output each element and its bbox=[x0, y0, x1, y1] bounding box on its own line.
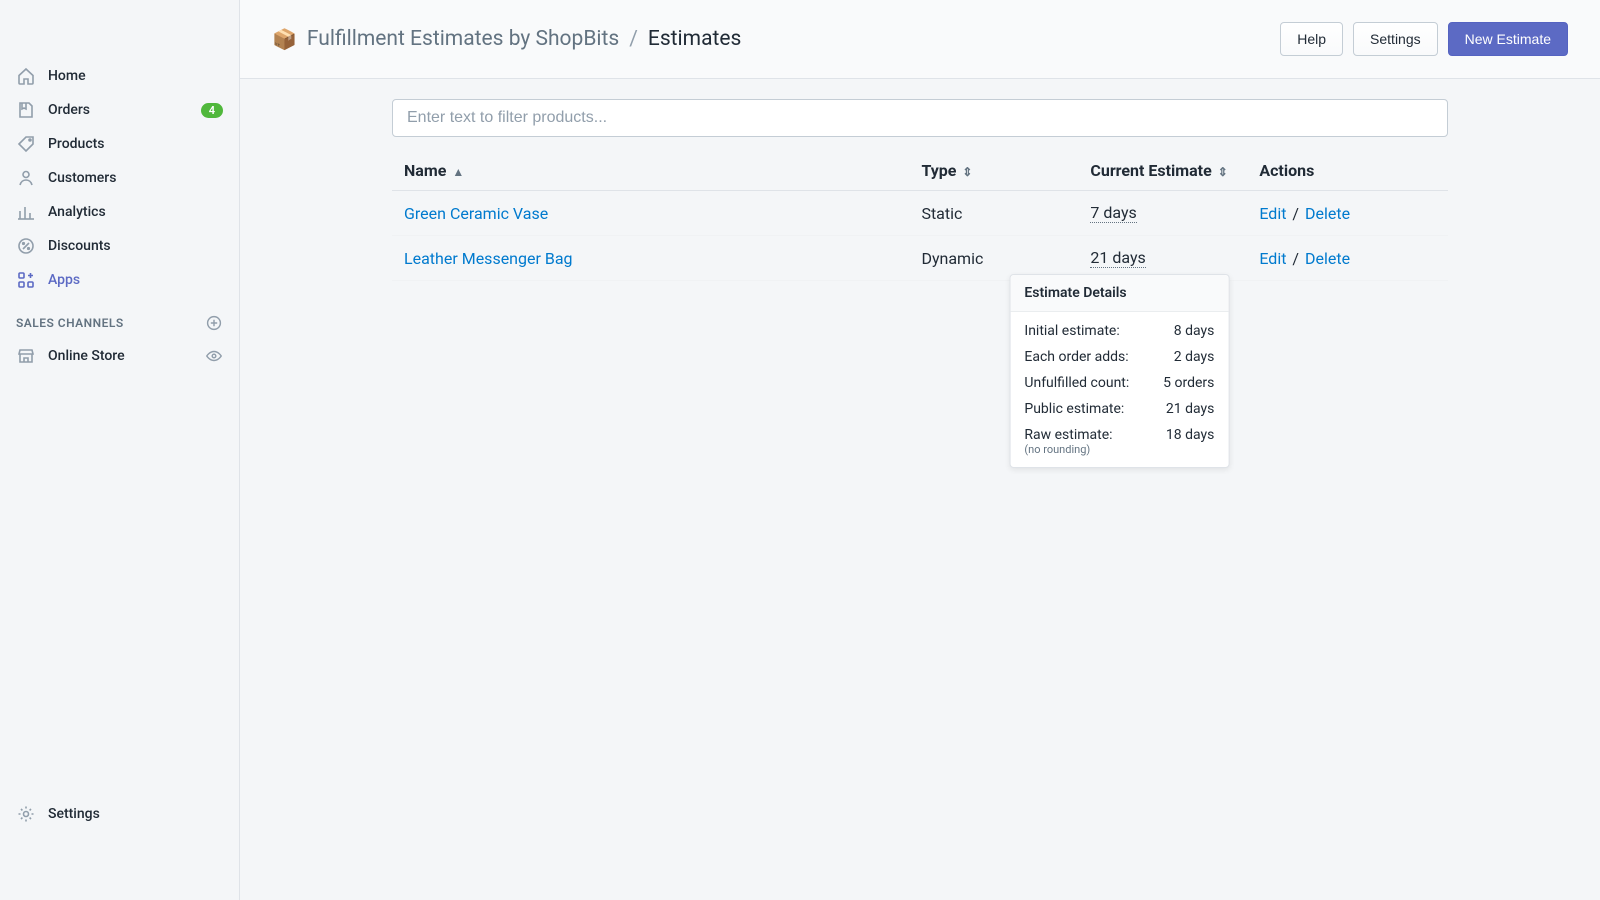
tooltip-value: 2 days bbox=[1174, 349, 1215, 365]
tooltip-key: Each order adds: bbox=[1024, 349, 1128, 365]
nav-label: Discounts bbox=[48, 238, 223, 254]
sidebar-item-home[interactable]: Home bbox=[8, 60, 231, 92]
settings-button[interactable]: Settings bbox=[1353, 22, 1438, 56]
sidebar-item-customers[interactable]: Customers bbox=[8, 162, 231, 194]
estimates-table: Name ▲ Type ⇕ Current Estimate ⇕ Actions bbox=[392, 151, 1448, 281]
tooltip-key: Raw estimate: (no rounding) bbox=[1024, 427, 1112, 456]
sort-asc-icon: ▲ bbox=[452, 165, 464, 179]
estimate-value[interactable]: 7 days bbox=[1090, 203, 1136, 223]
delete-link[interactable]: Delete bbox=[1305, 249, 1350, 268]
sidebar-item-analytics[interactable]: Analytics bbox=[8, 196, 231, 228]
sidebar-item-settings[interactable]: Settings bbox=[8, 798, 231, 830]
new-estimate-button[interactable]: New Estimate bbox=[1448, 22, 1568, 56]
orders-icon bbox=[16, 100, 36, 120]
package-icon: 📦 bbox=[272, 27, 297, 51]
customers-icon bbox=[16, 168, 36, 188]
sidebar-item-orders[interactable]: Orders 4 bbox=[8, 94, 231, 126]
edit-link[interactable]: Edit bbox=[1259, 249, 1286, 268]
home-icon bbox=[16, 66, 36, 86]
tooltip-value: 21 days bbox=[1166, 401, 1214, 417]
estimate-tooltip: Estimate Details Initial estimate: 8 day… bbox=[1009, 274, 1229, 468]
nav-channels: Online Store bbox=[0, 340, 239, 374]
th-name[interactable]: Name ▲ bbox=[392, 151, 909, 191]
tooltip-row: Unfulfilled count: 5 orders bbox=[1010, 370, 1228, 396]
th-actions: Actions bbox=[1247, 151, 1448, 191]
orders-badge: 4 bbox=[201, 103, 223, 118]
breadcrumb: 📦 Fulfillment Estimates by ShopBits / Es… bbox=[272, 27, 741, 51]
tooltip-key: Public estimate: bbox=[1024, 401, 1124, 417]
products-icon bbox=[16, 134, 36, 154]
action-separator: / bbox=[1292, 204, 1299, 223]
delete-link[interactable]: Delete bbox=[1305, 204, 1350, 223]
section-title-label: SALES CHANNELS bbox=[16, 316, 124, 330]
tooltip-row: Initial estimate: 8 days bbox=[1010, 318, 1228, 344]
tooltip-key: Initial estimate: bbox=[1024, 323, 1119, 339]
nav-label: Settings bbox=[48, 806, 223, 822]
page-header: 📦 Fulfillment Estimates by ShopBits / Es… bbox=[240, 0, 1600, 79]
crumb-page: Estimates bbox=[648, 27, 741, 51]
nav-label: Analytics bbox=[48, 204, 223, 220]
sidebar-item-discounts[interactable]: Discounts bbox=[8, 230, 231, 262]
tooltip-value: 18 days bbox=[1166, 427, 1214, 443]
crumb-app[interactable]: Fulfillment Estimates by ShopBits bbox=[307, 27, 619, 51]
gear-icon bbox=[16, 804, 36, 824]
sidebar: Home Orders 4 Products Customers Analy bbox=[0, 0, 240, 900]
nav-label: Orders bbox=[48, 102, 201, 118]
tooltip-title: Estimate Details bbox=[1010, 275, 1228, 312]
content: Name ▲ Type ⇕ Current Estimate ⇕ Actions bbox=[360, 79, 1480, 301]
th-estimate[interactable]: Current Estimate ⇕ bbox=[1078, 151, 1247, 191]
sidebar-item-apps[interactable]: Apps bbox=[8, 264, 231, 296]
nav-label: Products bbox=[48, 136, 223, 152]
discounts-icon bbox=[16, 236, 36, 256]
sales-channels-header: SALES CHANNELS bbox=[0, 298, 239, 340]
sort-both-icon: ⇕ bbox=[1218, 165, 1228, 179]
main: 📦 Fulfillment Estimates by ShopBits / Es… bbox=[240, 0, 1600, 900]
nav-label: Home bbox=[48, 68, 223, 84]
estimate-value[interactable]: 21 days Estimate Details Initial estimat… bbox=[1090, 248, 1145, 268]
tooltip-value: 8 days bbox=[1174, 323, 1215, 339]
table-row: Leather Messenger Bag Dynamic 21 days Es… bbox=[392, 236, 1448, 281]
nav-label: Apps bbox=[48, 272, 223, 288]
filter-input[interactable] bbox=[392, 99, 1448, 137]
action-separator: / bbox=[1292, 249, 1299, 268]
edit-link[interactable]: Edit bbox=[1259, 204, 1286, 223]
analytics-icon bbox=[16, 202, 36, 222]
add-channel-button[interactable] bbox=[205, 314, 223, 332]
tooltip-row: Public estimate: 21 days bbox=[1010, 396, 1228, 422]
crumb-separator: / bbox=[629, 27, 638, 51]
th-type[interactable]: Type ⇕ bbox=[909, 151, 1078, 191]
nav-label: Online Store bbox=[48, 348, 205, 364]
table-row: Green Ceramic Vase Static 7 days Edit / … bbox=[392, 191, 1448, 236]
sort-both-icon: ⇕ bbox=[962, 165, 972, 179]
tooltip-row: Raw estimate: (no rounding) 18 days bbox=[1010, 422, 1228, 461]
tooltip-body: Initial estimate: 8 days Each order adds… bbox=[1010, 312, 1228, 467]
eye-icon[interactable] bbox=[205, 347, 223, 365]
cell-type: Static bbox=[909, 191, 1078, 236]
sidebar-item-products[interactable]: Products bbox=[8, 128, 231, 160]
tooltip-key: Unfulfilled count: bbox=[1024, 375, 1129, 391]
tooltip-row: Each order adds: 2 days bbox=[1010, 344, 1228, 370]
product-link[interactable]: Green Ceramic Vase bbox=[404, 204, 548, 223]
nav-main: Home Orders 4 Products Customers Analy bbox=[0, 60, 239, 298]
help-button[interactable]: Help bbox=[1280, 22, 1343, 56]
product-link[interactable]: Leather Messenger Bag bbox=[404, 249, 573, 268]
sidebar-item-online-store[interactable]: Online Store bbox=[8, 340, 231, 372]
apps-icon bbox=[16, 270, 36, 290]
header-actions: Help Settings New Estimate bbox=[1280, 22, 1568, 56]
storefront-icon bbox=[16, 346, 36, 366]
tooltip-value: 5 orders bbox=[1163, 375, 1214, 391]
nav-label: Customers bbox=[48, 170, 223, 186]
